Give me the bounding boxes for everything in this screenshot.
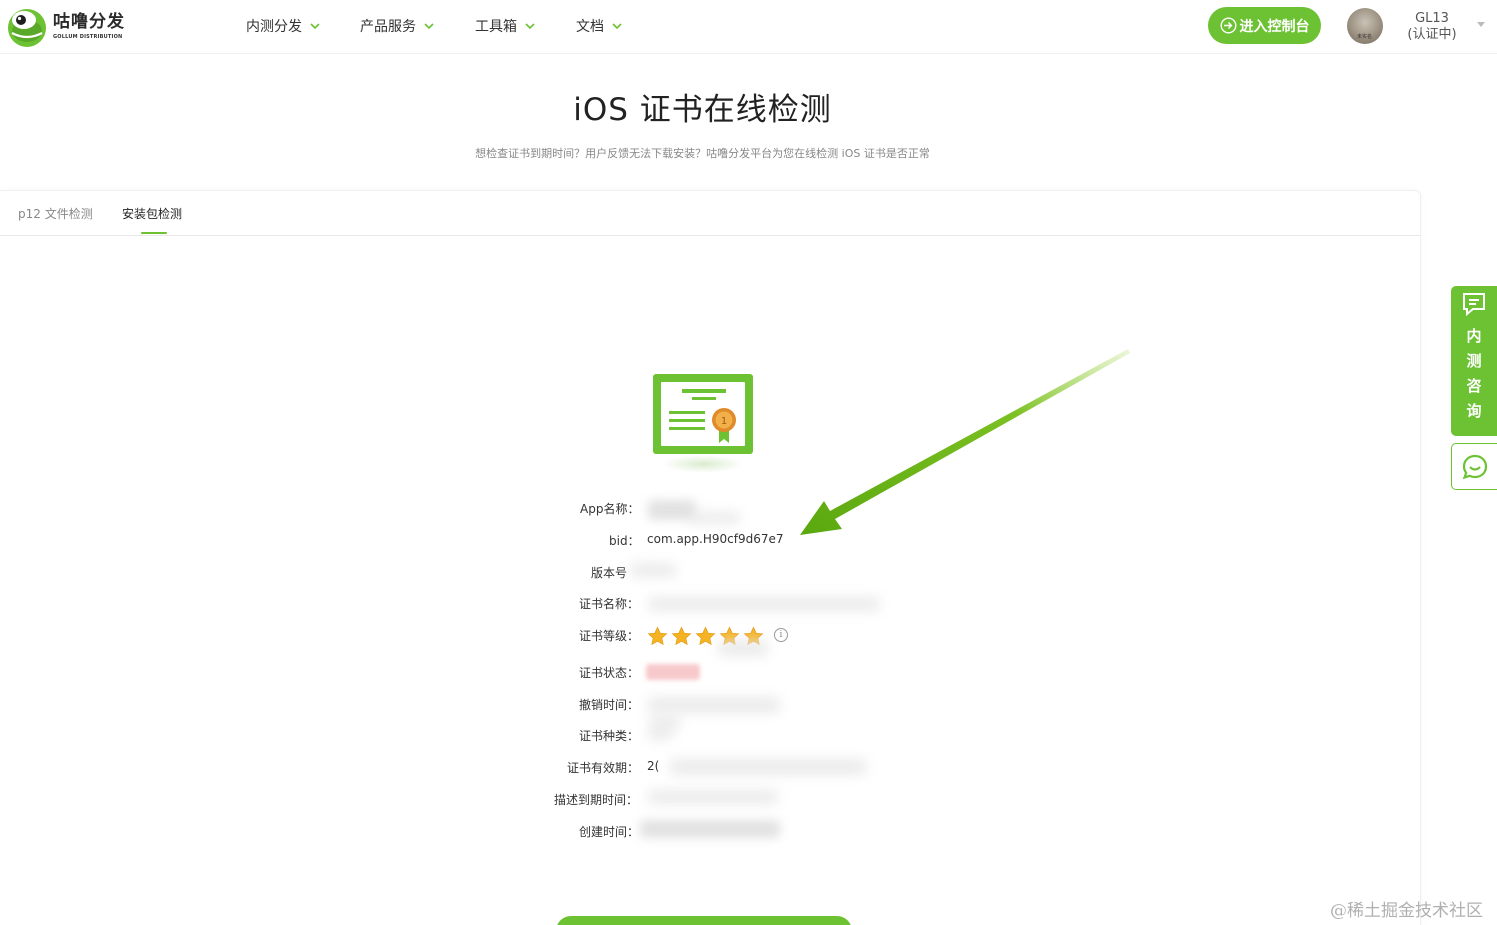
label-created-time: 创建时间： <box>579 825 640 839</box>
chevron-down-icon <box>310 23 320 29</box>
label-cert-name: 证书名称： <box>579 597 640 611</box>
redacted-revoke-time <box>648 697 780 713</box>
label-version: 版本号 <box>591 566 628 580</box>
redacted-cert-validity <box>670 759 866 775</box>
brand-tagline: GOLLUM DISTRIBUTION <box>53 33 123 40</box>
avatar-verification-tag: 未实名 <box>1357 34 1373 40</box>
redacted-level-note <box>718 640 768 656</box>
enter-console-button[interactable]: 进入控制台 <box>1208 7 1321 44</box>
label-app-name: App名称： <box>580 502 640 516</box>
enter-console-label: 进入控制台 <box>1239 18 1310 35</box>
brand-name: 咕噜分发 <box>53 11 125 32</box>
star-icon <box>647 626 668 646</box>
tab-package-check[interactable]: 安装包检测 <box>122 205 182 222</box>
value-cert-validity: 2( <box>647 759 660 773</box>
label-bundle-id: bid： <box>609 534 640 548</box>
redacted-profile-expiry <box>648 790 778 804</box>
nav-item-label: 工具箱 <box>475 19 517 35</box>
detection-card: p12 文件检测 安装包检测 <box>0 190 1421 925</box>
chat-support-button[interactable] <box>1451 443 1497 490</box>
svg-text:1: 1 <box>721 416 727 427</box>
logo-mark-icon <box>8 9 46 47</box>
star-icon <box>695 626 716 646</box>
redacted-created-time <box>640 820 780 838</box>
user-status: (认证中) <box>1407 27 1457 42</box>
redacted-app-name <box>648 500 696 520</box>
label-cert-level: 证书等级： <box>579 629 640 643</box>
nav-item-label: 文档 <box>576 19 604 35</box>
tab-p12-file-check[interactable]: p12 文件检测 <box>18 205 93 222</box>
nav-item-toolbox[interactable]: 工具箱 <box>475 16 535 36</box>
redacted-app-name-tail <box>690 512 740 524</box>
nav-item-docs[interactable]: 文档 <box>576 16 622 36</box>
page-subtitle: 想检查证书到期时间？用户反馈无法下载安装？咕噜分发平台为您在线检测 iOS 证书… <box>475 147 930 160</box>
tab-bar: p12 文件检测 安装包检测 <box>0 191 1421 236</box>
nav-item-label: 内测分发 <box>246 19 302 35</box>
redacted-cert-name <box>648 597 880 611</box>
user-name: GL13 <box>1415 11 1449 26</box>
label-revoke-time: 撤销时间： <box>579 698 640 712</box>
active-tab-indicator <box>141 232 167 234</box>
message-icon <box>1463 293 1485 316</box>
chevron-down-icon <box>424 23 434 29</box>
label-cert-type: 证书种类： <box>579 729 640 743</box>
value-bundle-id: com.app.H90cf9d67e7 <box>647 532 784 546</box>
beta-consult-panel[interactable]: 内 测 咨 询 <box>1451 286 1497 436</box>
action-button[interactable] <box>556 916 852 925</box>
top-header: 咕噜分发 GOLLUM DISTRIBUTION 内测分发 产品服务 工具箱 文… <box>0 0 1497 54</box>
label-profile-expiry: 描述到期时间： <box>554 793 639 807</box>
star-icon <box>671 626 692 646</box>
redacted-cert-type <box>648 728 672 740</box>
chevron-down-icon <box>525 23 535 29</box>
watermark: @稀土掘金技术社区 <box>1330 901 1483 921</box>
nav-item-label: 产品服务 <box>360 19 416 35</box>
chat-bubble-icon <box>1462 454 1487 479</box>
info-icon[interactable]: i <box>774 628 788 642</box>
brand-logo[interactable]: 咕噜分发 GOLLUM DISTRIBUTION <box>6 5 125 47</box>
label-cert-status: 证书状态： <box>579 666 640 680</box>
nav-item-beta-distribution[interactable]: 内测分发 <box>246 16 320 36</box>
nav-item-products[interactable]: 产品服务 <box>360 16 434 36</box>
caret-down-icon[interactable] <box>1477 22 1485 27</box>
redacted-version <box>630 563 676 577</box>
annotation-arrow-icon <box>800 349 1130 535</box>
redacted-cert-status-badge <box>646 664 700 680</box>
chevron-down-icon <box>612 23 622 29</box>
certificate-shadow <box>662 455 744 473</box>
page-title: iOS 证书在线检测 <box>573 92 832 128</box>
certificate-icon: 1 <box>653 374 753 454</box>
label-cert-validity: 证书有效期： <box>567 761 640 775</box>
user-menu[interactable]: GL13 (认证中) <box>1398 11 1466 43</box>
beta-consult-label: 内 测 咨 询 <box>1466 327 1482 420</box>
login-arrow-icon <box>1219 17 1237 34</box>
